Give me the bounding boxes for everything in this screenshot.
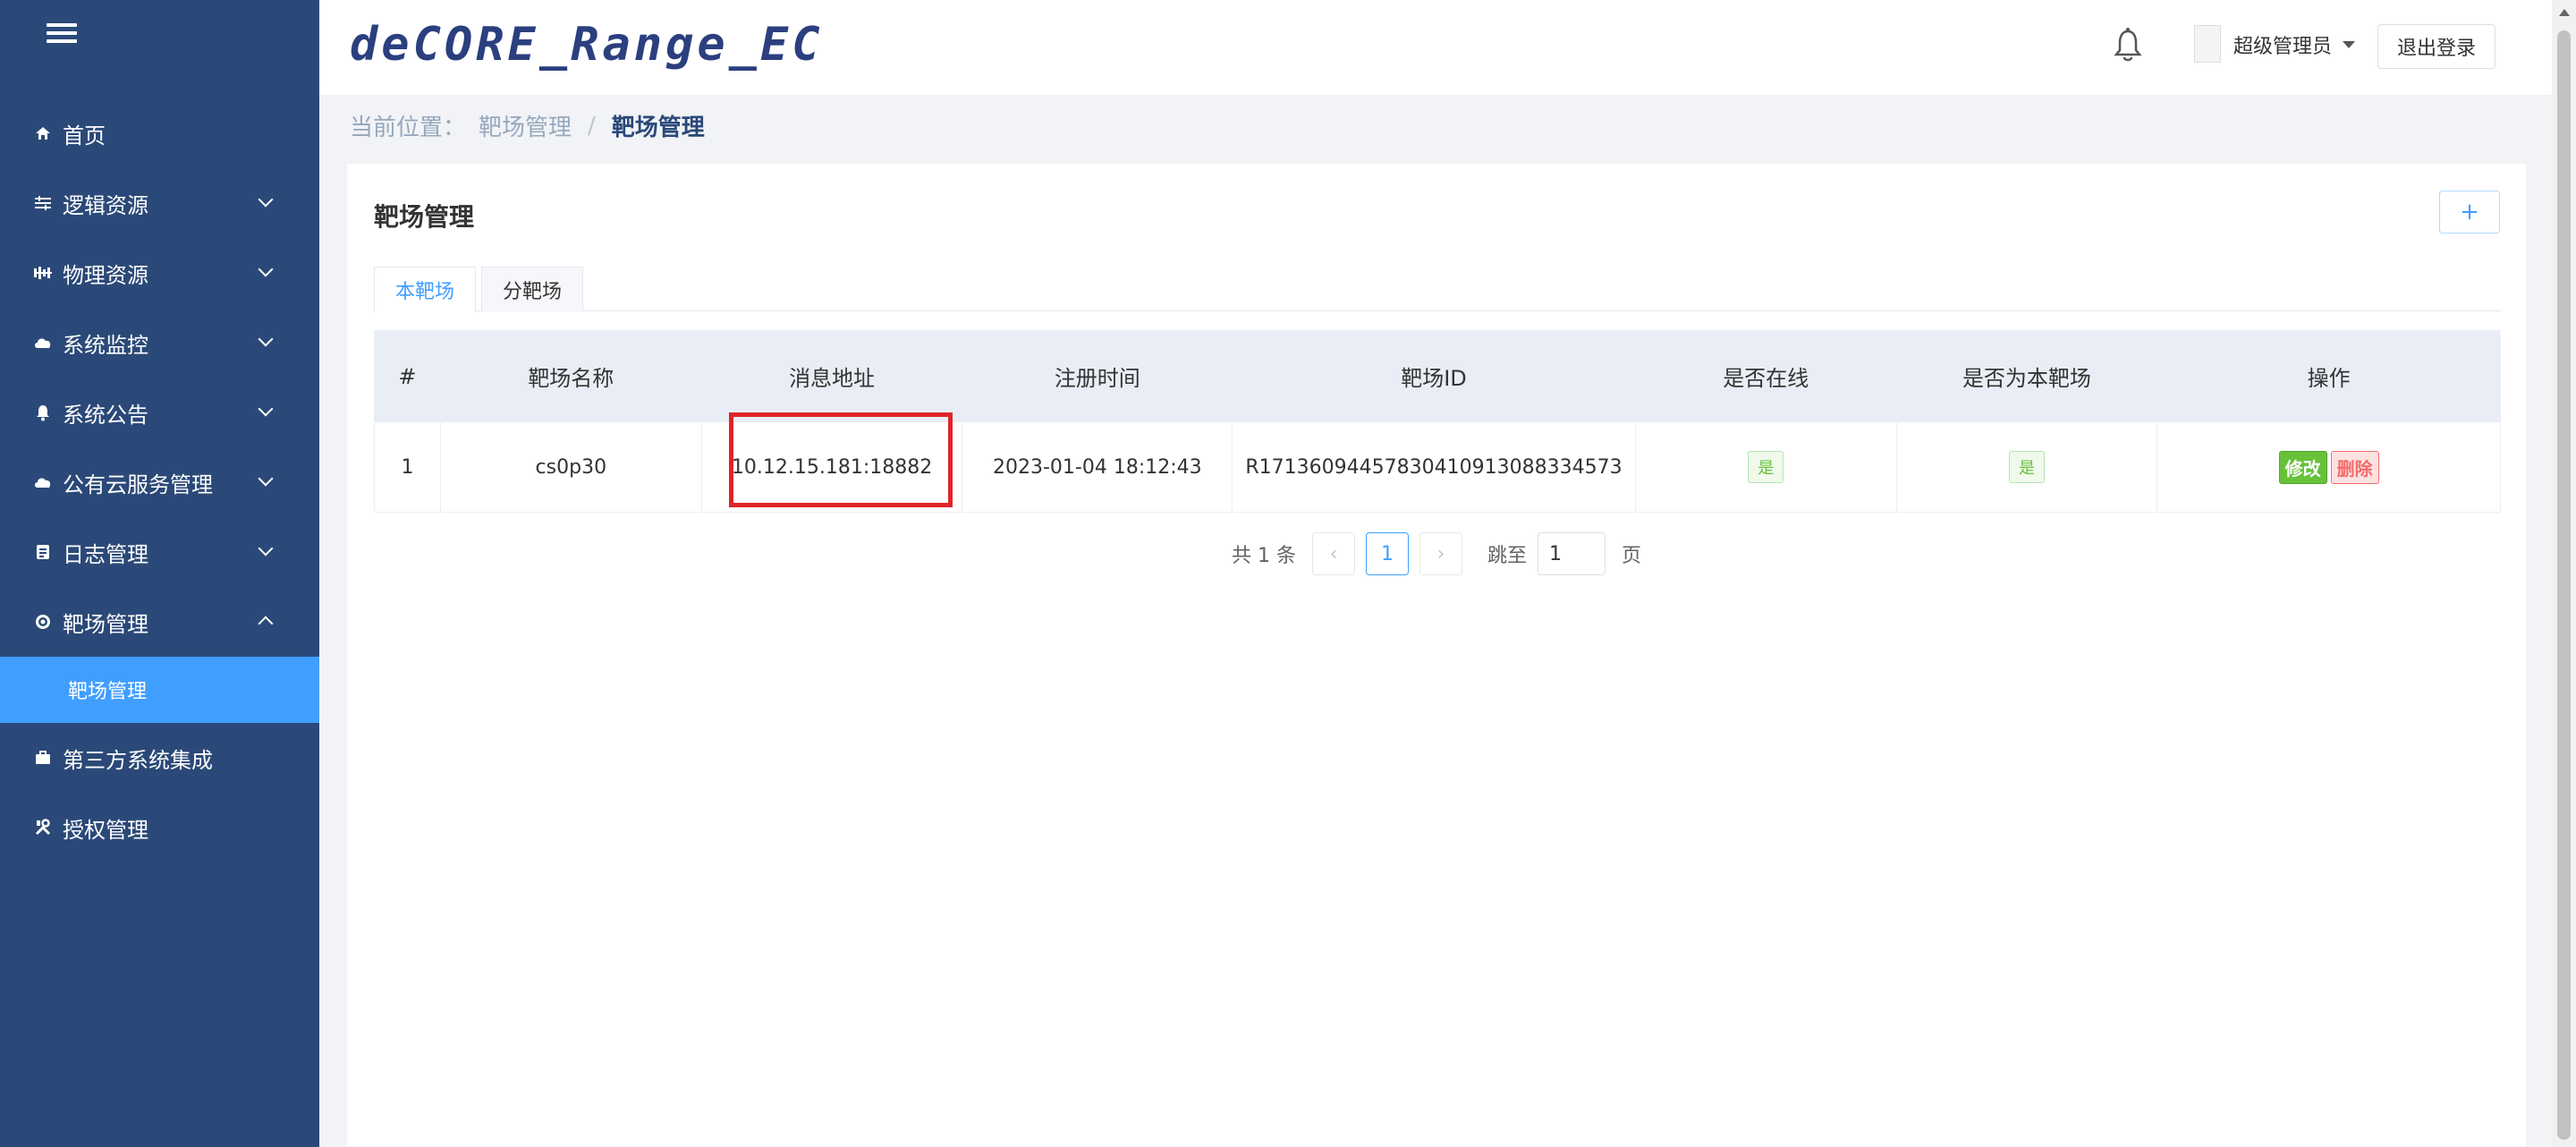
notification-bell-icon[interactable] — [2113, 27, 2143, 63]
breadcrumb-separator: / — [588, 112, 596, 140]
goto-page-input[interactable] — [1538, 532, 1606, 575]
sidebar-item-announcements[interactable]: 系统公告 — [0, 378, 319, 447]
home-icon — [32, 123, 54, 144]
goto-label: 跳至 — [1487, 545, 1527, 567]
chevron-down-icon — [258, 471, 274, 487]
page-title: 靶场管理 — [374, 202, 475, 232]
breadcrumb-label: 当前位置： — [350, 115, 467, 141]
chevron-down-icon — [258, 401, 274, 417]
sidebar-item-label: 日志管理 — [63, 541, 148, 567]
sidebar-item-label: 首页 — [63, 123, 106, 149]
add-button[interactable]: + — [2439, 191, 2500, 234]
column-header: 是否为本靶场 — [1897, 331, 2158, 421]
range-table: # 靶场名称 消息地址 注册时间 靶场ID 是否在线 是否为本靶场 操作 1 c… — [374, 330, 2501, 513]
prev-page-button[interactable]: ‹ — [1311, 532, 1355, 575]
bell-icon — [32, 402, 54, 423]
sidebar-item-label: 物理资源 — [63, 262, 148, 288]
sidebar-item-label: 靶场管理 — [63, 611, 148, 637]
sidebar-item-home[interactable]: 首页 — [0, 98, 319, 168]
delete-button[interactable]: 删除 — [2330, 450, 2379, 484]
sidebar-item-label: 公有云服务管理 — [63, 472, 213, 497]
sidebar-item-third-party[interactable]: 第三方系统集成 — [0, 723, 319, 793]
column-header: 靶场名称 — [441, 331, 702, 421]
chevron-up-icon — [258, 616, 274, 632]
online-status-badge: 是 — [1748, 451, 1784, 483]
page-scrollbar[interactable] — [2552, 0, 2576, 1147]
user-name: 超级管理员 — [2233, 36, 2333, 58]
tools-icon — [32, 817, 54, 838]
sidebar-item-public-cloud[interactable]: 公有云服务管理 — [0, 447, 319, 517]
sidebar-item-label: 第三方系统集成 — [63, 747, 213, 773]
scrollbar-thumb[interactable] — [2557, 30, 2571, 1140]
app-logo: deCORE_Range_EC — [350, 18, 824, 72]
sidebar-item-logs[interactable]: 日志管理 — [0, 517, 319, 587]
column-header: 是否在线 — [1636, 331, 1897, 421]
top-header: deCORE_Range_EC 超级管理员 退出登录 — [319, 0, 2552, 95]
message-address: 10.12.15.181:18882 — [702, 422, 963, 512]
tab-bar: 本靶场 分靶场 — [374, 267, 2501, 312]
logout-button[interactable]: 退出登录 — [2377, 24, 2496, 69]
column-header: 靶场ID — [1233, 331, 1636, 421]
pagination-total: 共 1 条 — [1232, 545, 1296, 567]
chevron-down-icon — [258, 261, 274, 277]
is-local-cell: 是 — [1897, 422, 2158, 512]
table-row: 1 cs0p30 10.12.15.181:18882 2023-01-04 1… — [375, 421, 2500, 512]
sidebar-item-system-monitor[interactable]: 系统监控 — [0, 308, 319, 378]
edit-button[interactable]: 修改 — [2278, 450, 2327, 484]
chevron-down-icon — [258, 191, 274, 208]
chevron-down-icon — [258, 331, 274, 347]
range-id: R17136094457830410913088334573 — [1233, 422, 1636, 512]
cloud-icon — [32, 332, 54, 353]
actions-cell: 修改 删除 — [2157, 422, 2500, 512]
sidebar-subitem-range-management[interactable]: 靶场管理 — [0, 657, 319, 723]
page-unit-label: 页 — [1622, 545, 1642, 567]
sidebar-item-logical-resources[interactable]: 逻辑资源 — [0, 168, 319, 238]
document-icon — [32, 541, 54, 563]
sidebar: 首页 逻辑资源 物理资源 系统监控 系统公告 公有云服务管理 日志管理 靶场管理… — [0, 0, 319, 1147]
caret-down-icon — [2343, 41, 2356, 48]
sidebar-item-license[interactable]: 授权管理 — [0, 793, 319, 862]
chevron-down-icon — [258, 540, 274, 557]
main-card: 靶场管理 + 本靶场 分靶场 # 靶场名称 消息地址 注册时间 靶场ID 是否在… — [347, 164, 2526, 1147]
hamburger-icon[interactable] — [47, 23, 77, 47]
scroll-up-arrow-icon[interactable] — [2559, 9, 2570, 16]
breadcrumb-current: 靶场管理 — [611, 115, 705, 141]
tab-local-range[interactable]: 本靶场 — [374, 267, 476, 312]
briefcase-icon — [32, 747, 54, 769]
page-number-button[interactable]: 1 — [1365, 532, 1409, 575]
online-status-cell: 是 — [1636, 422, 1897, 512]
table-header: # 靶场名称 消息地址 注册时间 靶场ID 是否在线 是否为本靶场 操作 — [375, 331, 2500, 421]
column-header: 注册时间 — [962, 331, 1233, 421]
tab-sub-range[interactable]: 分靶场 — [481, 267, 583, 311]
column-header: 消息地址 — [702, 331, 963, 421]
next-page-button[interactable]: › — [1419, 532, 1462, 575]
target-icon — [32, 611, 54, 633]
sidebar-item-range-management[interactable]: 靶场管理 — [0, 587, 319, 657]
server-icon — [32, 262, 54, 284]
sidebar-subitem-label: 靶场管理 — [68, 681, 148, 703]
user-menu[interactable]: 超级管理员 — [2233, 30, 2356, 59]
breadcrumb: 当前位置： 靶场管理 / 靶场管理 — [350, 109, 705, 142]
registration-time: 2023-01-04 18:12:43 — [962, 422, 1233, 512]
sidebar-menu: 首页 逻辑资源 物理资源 系统监控 系统公告 公有云服务管理 日志管理 靶场管理… — [0, 98, 319, 862]
breadcrumb-parent[interactable]: 靶场管理 — [479, 109, 572, 142]
sidebar-item-label: 系统监控 — [63, 332, 148, 358]
sidebar-item-physical-resources[interactable]: 物理资源 — [0, 238, 319, 308]
sidebar-item-label: 授权管理 — [63, 817, 148, 843]
sidebar-item-label: 系统公告 — [63, 402, 148, 428]
range-name: cs0p30 — [441, 422, 702, 512]
cloud-icon — [32, 472, 54, 493]
is-local-badge: 是 — [2008, 451, 2045, 483]
avatar[interactable] — [2194, 25, 2221, 63]
pagination: 共 1 条 ‹ 1 › 跳至 页 — [1232, 531, 1641, 576]
row-index: 1 — [375, 422, 441, 512]
column-header: 操作 — [2307, 366, 2351, 391]
column-header: # — [375, 331, 441, 421]
sliders-icon — [32, 192, 54, 214]
sidebar-item-label: 逻辑资源 — [63, 192, 148, 218]
